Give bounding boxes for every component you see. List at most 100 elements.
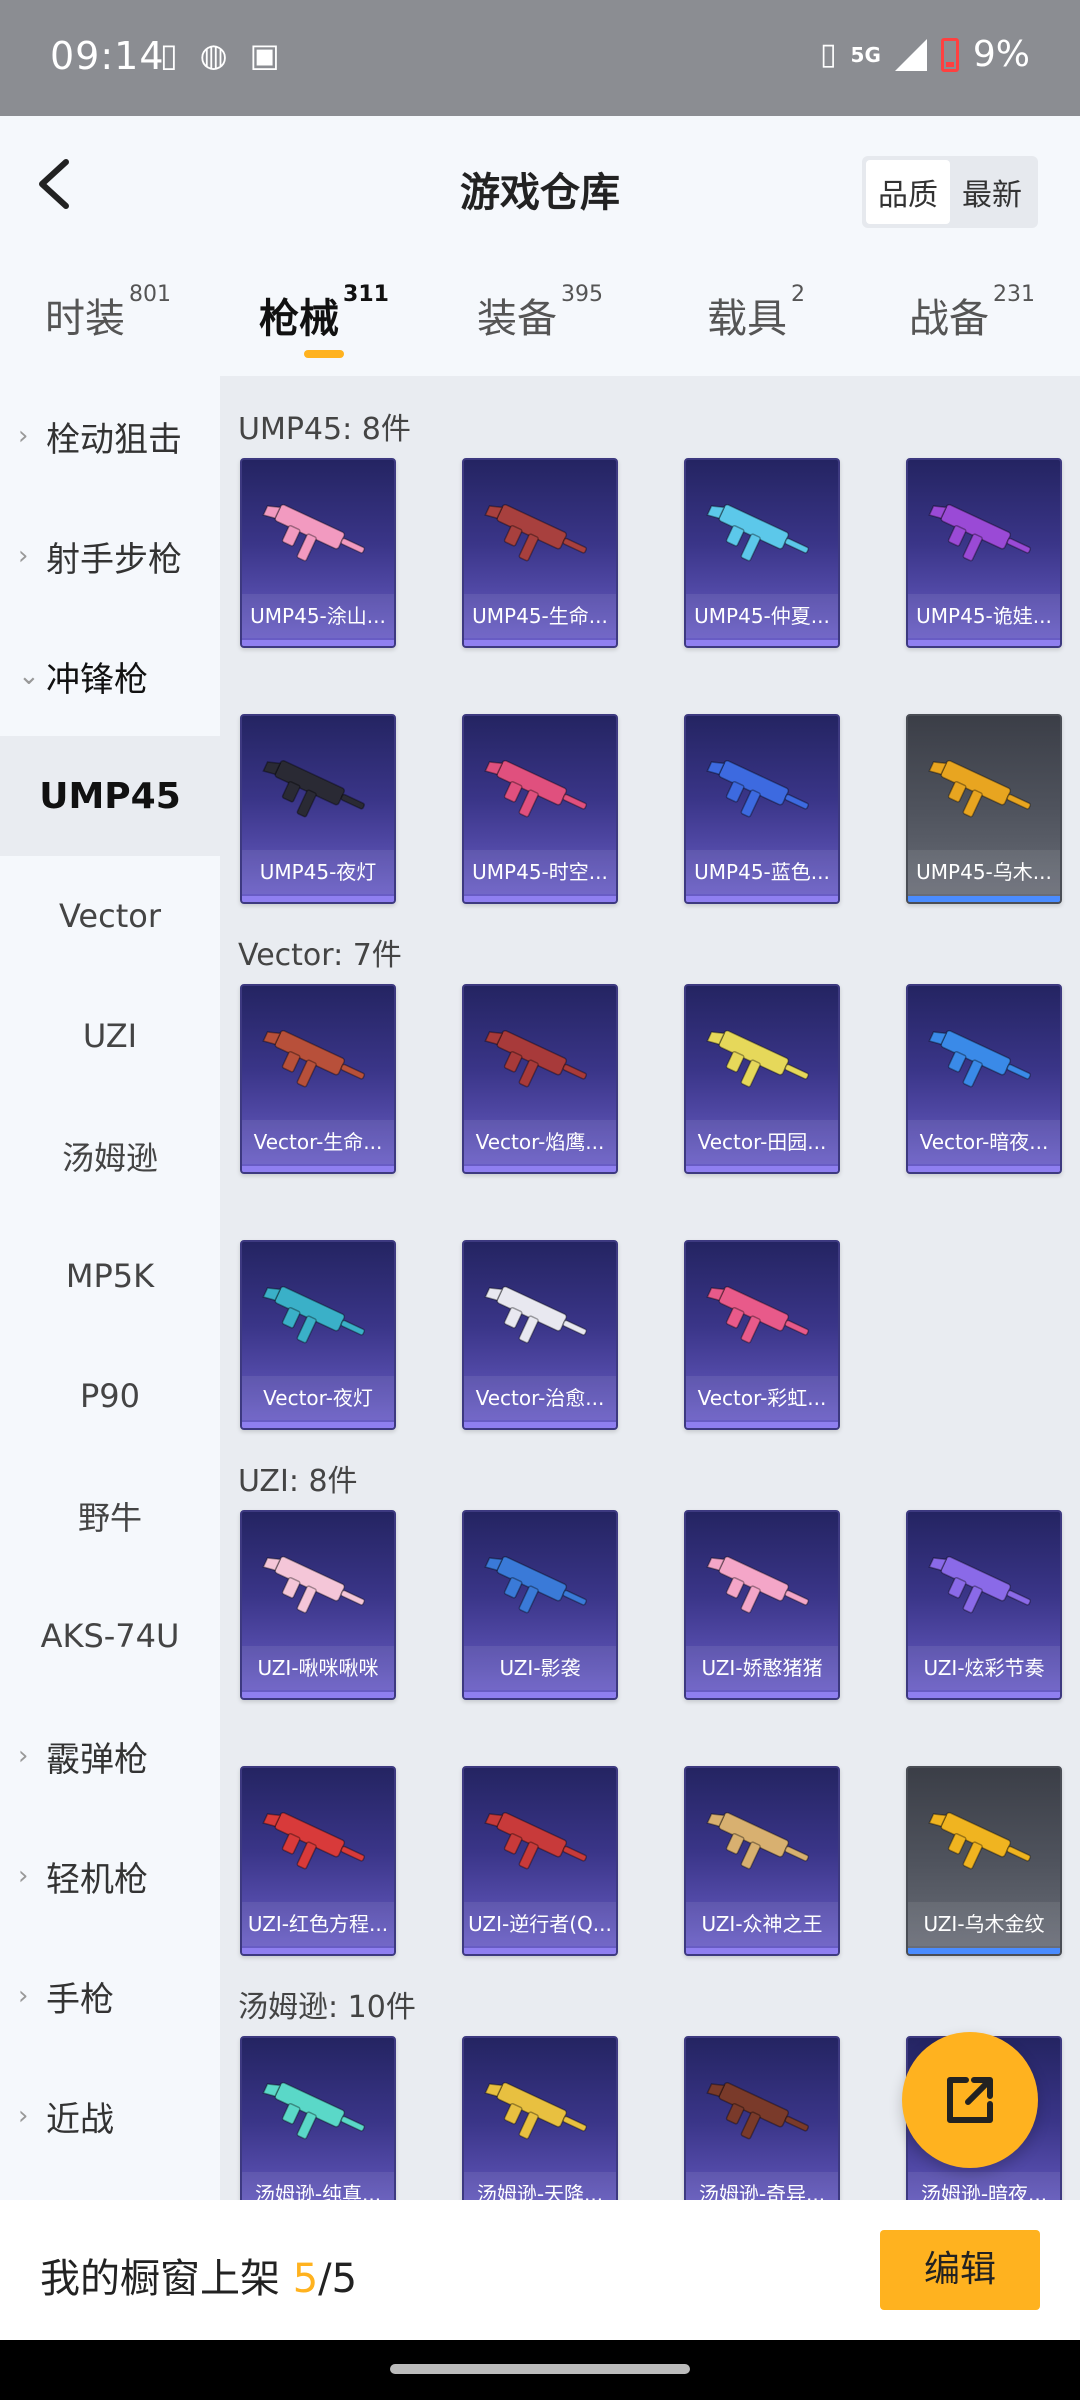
tab-count: 395 bbox=[561, 282, 603, 307]
gun-icon bbox=[908, 1006, 1060, 1116]
gun-icon bbox=[686, 480, 838, 590]
weapon-skin-card[interactable]: Vector-焰鹰... bbox=[462, 984, 618, 1174]
weapon-skin-card[interactable]: UMP45-夜灯 bbox=[240, 714, 396, 904]
wechat-icon: ◍ bbox=[199, 36, 228, 74]
gun-icon bbox=[464, 736, 616, 846]
sidebar-item-ump45[interactable]: UMP45 bbox=[0, 736, 220, 856]
weapon-skin-card[interactable]: 汤姆逊-奇异... bbox=[684, 2036, 840, 2200]
weapon-skin-name: Vector-治愈... bbox=[464, 1376, 616, 1420]
weapon-skin-card[interactable]: 汤姆逊-天降... bbox=[462, 2036, 618, 2200]
sidebar-item-melee[interactable]: › 近战 bbox=[0, 2056, 220, 2176]
weapon-skin-name: UMP45-蓝色... bbox=[686, 850, 838, 894]
rarity-bar bbox=[242, 1948, 394, 1954]
section-title: UMP45: 8件 bbox=[238, 412, 411, 447]
showcase-bar: 我的橱窗上架 5/5 编辑 bbox=[0, 2200, 1080, 2340]
rarity-bar bbox=[908, 640, 1060, 646]
weapon-skin-name: Vector-暗夜... bbox=[908, 1120, 1060, 1164]
chevron-right-icon: › bbox=[18, 1981, 29, 2011]
gun-icon bbox=[908, 1532, 1060, 1642]
weapon-skin-card[interactable]: UMP45-乌木... bbox=[906, 714, 1062, 904]
sidebar-item-p90[interactable]: P90 bbox=[0, 1336, 220, 1456]
gun-icon bbox=[242, 1006, 394, 1116]
rarity-bar bbox=[686, 1948, 838, 1954]
weapon-skin-name: 汤姆逊-奇异... bbox=[686, 2172, 838, 2200]
weapon-skin-name: UMP45-涂山... bbox=[242, 594, 394, 638]
app-header: 游戏仓库 品质 最新 bbox=[0, 116, 1080, 256]
weapon-skin-name: UZI-逆行者(Q... bbox=[464, 1902, 616, 1946]
weapon-skin-card[interactable]: UZI-炫彩节奏 bbox=[906, 1510, 1062, 1700]
gun-icon bbox=[464, 1788, 616, 1898]
gun-icon bbox=[908, 1788, 1060, 1898]
sort-latest[interactable]: 最新 bbox=[950, 160, 1034, 224]
weapon-skin-name: UZI-娇憨猪猪 bbox=[686, 1646, 838, 1690]
weapon-skin-card[interactable]: UMP45-涂山... bbox=[240, 458, 396, 648]
sidebar-item-mp5k[interactable]: MP5K bbox=[0, 1216, 220, 1336]
weapon-skin-card[interactable]: UZI-啾咪啾咪 bbox=[240, 1510, 396, 1700]
weapon-skin-card[interactable]: UZI-众神之王 bbox=[684, 1766, 840, 1956]
weapon-skin-card[interactable]: Vector-夜灯 bbox=[240, 1240, 396, 1430]
share-button[interactable] bbox=[902, 2032, 1038, 2168]
rarity-bar bbox=[464, 640, 616, 646]
weapon-skin-card[interactable]: Vector-治愈... bbox=[462, 1240, 618, 1430]
weapon-skin-card[interactable]: 汤姆逊-纯真... bbox=[240, 2036, 396, 2200]
weapon-skin-card[interactable]: Vector-田园... bbox=[684, 984, 840, 1174]
weapon-skin-card[interactable]: Vector-暗夜... bbox=[906, 984, 1062, 1174]
tab-vehicles[interactable]: 载具2 bbox=[648, 256, 864, 376]
showcase-total: /5 bbox=[318, 2256, 358, 2302]
weapon-skin-card[interactable]: Vector-彩虹... bbox=[684, 1240, 840, 1430]
weapon-skin-name: 汤姆逊-纯真... bbox=[242, 2172, 394, 2200]
weapon-skin-name: Vector-田园... bbox=[686, 1120, 838, 1164]
sidebar-item-bolt-sniper[interactable]: › 栓动狙击 bbox=[0, 376, 220, 496]
sidebar-item-smg[interactable]: ⌄ 冲锋枪 bbox=[0, 616, 220, 736]
sidebar-item-pistol[interactable]: › 手枪 bbox=[0, 1936, 220, 2056]
weapon-skin-card[interactable]: UMP45-仲夏... bbox=[684, 458, 840, 648]
weapon-skin-card[interactable]: UZI-娇憨猪猪 bbox=[684, 1510, 840, 1700]
chevron-right-icon: › bbox=[18, 2101, 29, 2131]
section-title: Vector: 7件 bbox=[238, 938, 402, 973]
weapon-skin-name: Vector-彩虹... bbox=[686, 1376, 838, 1420]
tab-equipment[interactable]: 装备395 bbox=[432, 256, 648, 376]
sidebar-item-label: 射手步枪 bbox=[46, 539, 182, 580]
sort-quality[interactable]: 品质 bbox=[866, 160, 950, 224]
weapon-skin-name: UZI-众神之王 bbox=[686, 1902, 838, 1946]
rarity-bar bbox=[464, 896, 616, 902]
rarity-bar bbox=[908, 1692, 1060, 1698]
weapon-skin-card[interactable]: UMP45-时空... bbox=[462, 714, 618, 904]
chevron-right-icon: › bbox=[18, 1741, 29, 1771]
tab-supplies[interactable]: 战备231 bbox=[864, 256, 1080, 376]
battery-saver-icon: ▯ bbox=[160, 36, 178, 74]
sidebar-item-bizon[interactable]: 野牛 bbox=[0, 1456, 220, 1576]
sidebar-item-aks74u[interactable]: AKS-74U bbox=[0, 1576, 220, 1696]
home-gesture-handle[interactable] bbox=[390, 2364, 690, 2374]
tab-firearms[interactable]: 枪械311 bbox=[216, 256, 432, 376]
weapon-skin-name: 汤姆逊-天降... bbox=[464, 2172, 616, 2200]
sidebar-item-uzi[interactable]: UZI bbox=[0, 976, 220, 1096]
sidebar-item-vector[interactable]: Vector bbox=[0, 856, 220, 976]
gun-icon bbox=[242, 736, 394, 846]
weapon-skin-card[interactable]: UMP45-诡娃... bbox=[906, 458, 1062, 648]
status-notification-icons: ▯ ◍ ▣ bbox=[160, 36, 280, 74]
network-type: 5G bbox=[850, 42, 881, 67]
edit-button[interactable]: 编辑 bbox=[880, 2230, 1040, 2310]
tab-fashion[interactable]: 时装801 bbox=[0, 256, 216, 376]
weapon-skin-name: Vector-夜灯 bbox=[242, 1376, 394, 1420]
rarity-bar bbox=[686, 640, 838, 646]
weapon-skin-card[interactable]: UZI-逆行者(Q... bbox=[462, 1766, 618, 1956]
rarity-bar bbox=[686, 1166, 838, 1172]
sidebar-item-lmg[interactable]: › 轻机枪 bbox=[0, 1816, 220, 1936]
weapon-skin-card[interactable]: UZI-红色方程... bbox=[240, 1766, 396, 1956]
weapon-skin-card[interactable]: UMP45-蓝色... bbox=[684, 714, 840, 904]
rarity-bar bbox=[908, 1166, 1060, 1172]
sidebar-item-shotgun[interactable]: › 霰弹枪 bbox=[0, 1696, 220, 1816]
sidebar-item-dmr[interactable]: › 射手步枪 bbox=[0, 496, 220, 616]
weapon-skin-name: UMP45-时空... bbox=[464, 850, 616, 894]
gun-icon bbox=[242, 1788, 394, 1898]
weapon-skin-card[interactable]: UMP45-生命... bbox=[462, 458, 618, 648]
weapon-skin-card[interactable]: UZI-影袭 bbox=[462, 1510, 618, 1700]
weapon-skin-card[interactable]: Vector-生命... bbox=[240, 984, 396, 1174]
sidebar-item-label: 栓动狙击 bbox=[46, 419, 182, 460]
gun-icon bbox=[242, 1532, 394, 1642]
sidebar-item-thompson[interactable]: 汤姆逊 bbox=[0, 1096, 220, 1216]
rarity-bar bbox=[242, 1422, 394, 1428]
weapon-skin-card[interactable]: UZI-乌木金纹 bbox=[906, 1766, 1062, 1956]
